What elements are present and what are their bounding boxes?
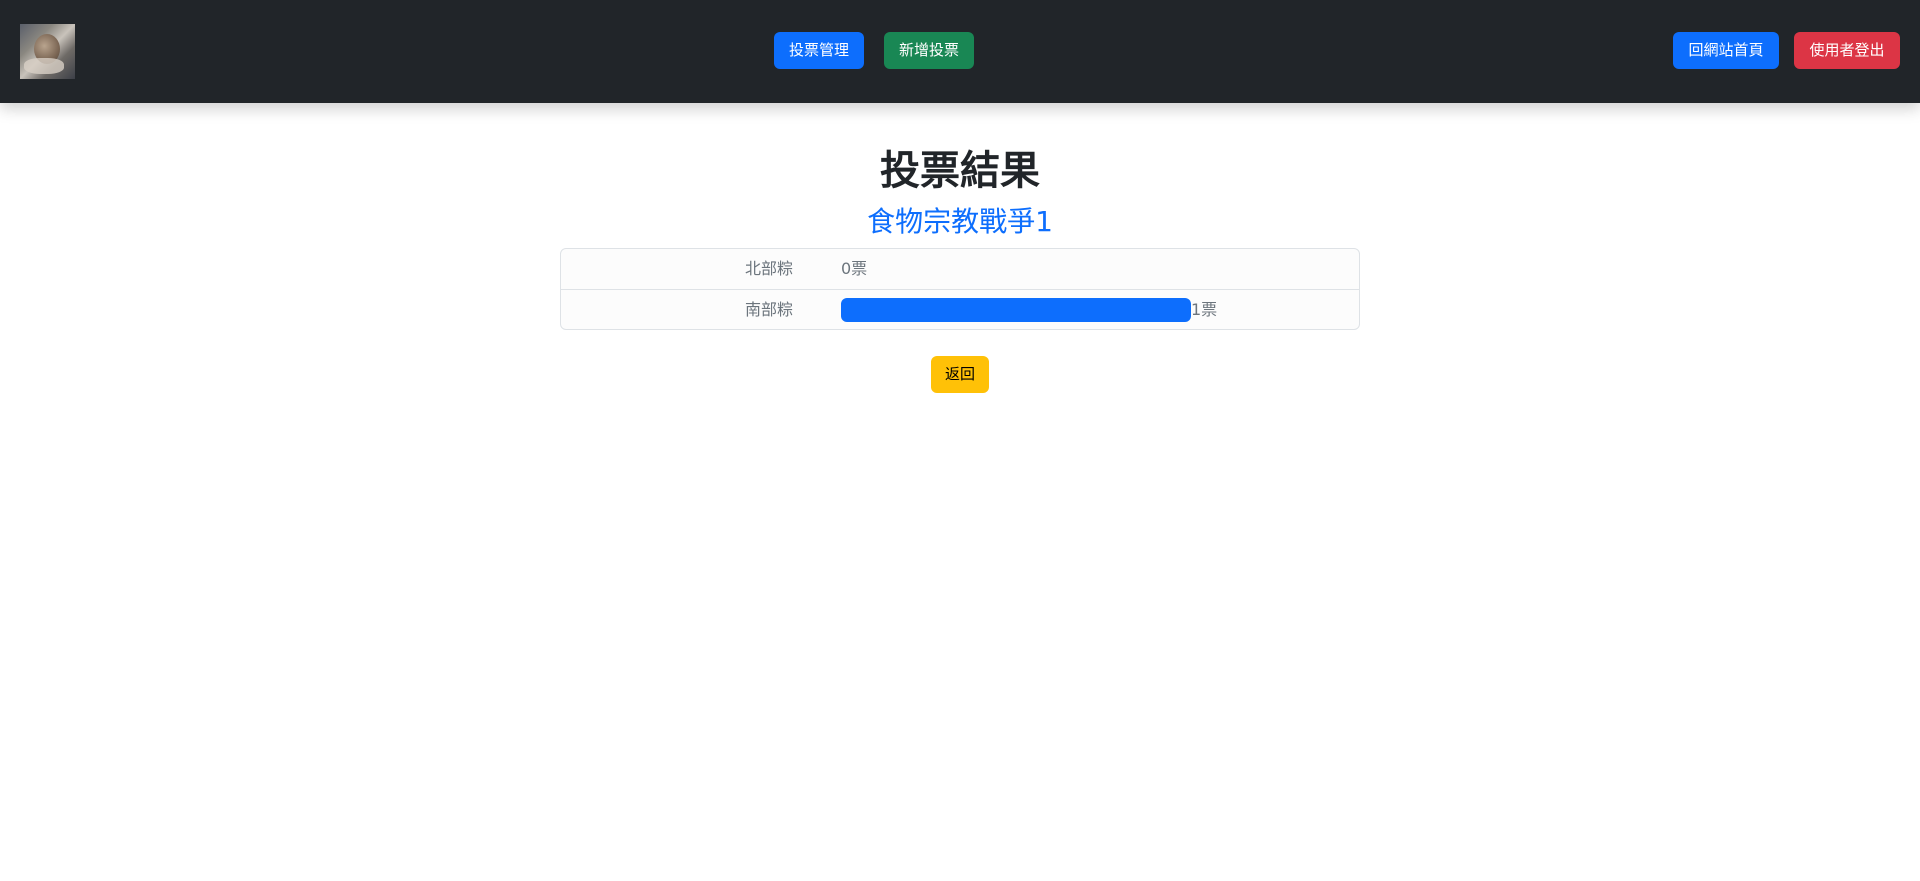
manage-votes-button[interactable]: 投票管理 bbox=[774, 32, 864, 69]
back-to-home-button[interactable]: 回網站首頁 bbox=[1673, 32, 1779, 69]
add-vote-button[interactable]: 新增投票 bbox=[884, 32, 974, 69]
result-row: 南部粽 1票 bbox=[561, 289, 1359, 329]
option-label: 北部粽 bbox=[744, 259, 793, 278]
option-label: 南部粽 bbox=[744, 300, 793, 319]
top-navbar: 投票管理 新增投票 回網站首頁 使用者登出 bbox=[0, 0, 1920, 103]
vote-bar-area: 1票 bbox=[841, 290, 1217, 329]
page-title: 投票結果 bbox=[880, 148, 1040, 194]
result-row: 北部粽 0票 bbox=[561, 249, 1359, 289]
vote-bar bbox=[841, 298, 1191, 322]
vote-bar-area: 0票 bbox=[841, 249, 1201, 289]
logout-button[interactable]: 使用者登出 bbox=[1794, 32, 1900, 69]
vote-count: 0票 bbox=[841, 259, 868, 278]
results-table: 北部粽 0票 南部粽 1票 bbox=[560, 248, 1360, 330]
back-button[interactable]: 返回 bbox=[931, 356, 989, 393]
logo-image bbox=[20, 24, 75, 79]
vote-count: 1票 bbox=[1191, 300, 1218, 319]
poll-subject: 食物宗教戰爭1 bbox=[867, 205, 1053, 238]
